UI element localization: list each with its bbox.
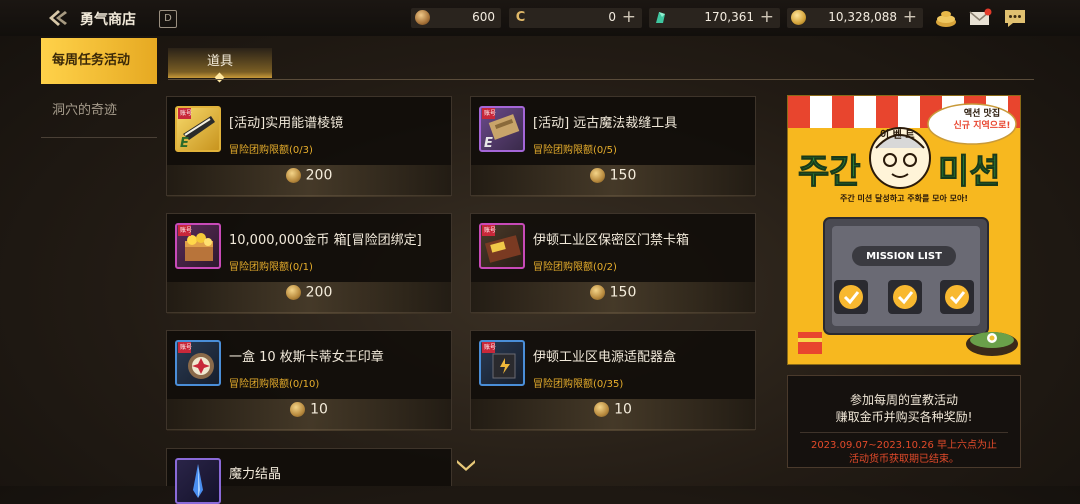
purchase-limit: 冒险团购限额(0/1) [229,262,313,273]
mana-crystal-item-icon [193,464,203,498]
bronze-coin-icon [589,168,605,183]
currency-value: 170,361 [704,10,754,24]
price-button[interactable]: 10 [167,399,451,431]
tab-underline [168,79,1034,80]
account-badge: 账号 [484,227,497,234]
purchase-limit: 冒险团购限额(0/2) [533,262,617,273]
item-thumbnail: 账号 E [175,106,221,152]
sidebar: 每周任务活动 洞穴的奇迹 [41,38,157,138]
event-date-range: 2023.09.07~2023.10.26 早上六点为止 [810,440,998,451]
price-value: 200 [305,284,333,301]
event-ended-warning: 活动货币获取期已结束。 [849,454,959,465]
mail-icon[interactable] [968,7,992,29]
scroll-down-arrow-icon[interactable] [455,457,477,475]
currency-value: 0 [608,10,616,24]
currency-value: 10,328,088 [828,10,897,24]
add-gold-button[interactable]: + [903,7,917,27]
item-thumbnail: 账号 [175,340,221,386]
banner-title-right: 미션 [938,152,1002,193]
bronze-coin-icon [290,402,306,417]
item-thumbnail: 账号 E [479,106,525,152]
item-name: 10,000,000金币 箱[冒险团绑定] [229,233,422,248]
item-name: 一盒 10 枚斯卡蒂女王印章 [229,350,384,365]
notice-line-2: 赚取金币并购买各种奖励! [835,410,973,424]
item-name: [活动]实用能谱棱镜 [229,116,344,131]
account-badge: 账号 [180,110,193,117]
event-label: 이 벤 트 [880,130,915,141]
account-badge: 账号 [180,227,193,234]
currency-gold: 10,328,088 + [787,7,923,28]
currency-cera: C 0 + [509,7,642,28]
currency-bronze-coin: 600 [411,8,501,28]
speech-bubble: 액션 맛집 신규 지역으로! [940,108,1020,132]
bronze-coin-icon [589,285,605,300]
cera-icon: C [515,10,526,25]
price-value: 10 [614,401,632,418]
bronze-coin-icon [415,10,430,25]
item-name: 伊顿工业区电源适配器盒 [533,350,677,365]
price-button[interactable]: 10 [471,399,755,431]
bronze-coin-icon [285,168,301,183]
chat-icon[interactable] [1003,7,1027,29]
notice-line-1: 参加每周的宣教活动 [849,393,958,407]
green-crystal-icon [656,12,665,23]
item-thumbnail: 账号 [479,340,525,386]
bubble-line-2: 신규 지역으로! [953,121,1011,131]
shop-item-card[interactable]: 账号 E [活动] 远古魔法裁缝工具 冒险团购限额(0/5) 150 [470,96,756,197]
currency-value: 600 [472,10,495,24]
grade-letter: E [484,136,493,151]
mission-list-label: MISSION LIST [866,251,942,262]
item-name: 魔力结晶 [229,467,282,482]
item-name: [活动] 远古魔法裁缝工具 [533,116,678,131]
top-bar: 勇气商店 D 600 C 0 + 170,361 + 10,328,088 + [0,0,1080,36]
purchase-limit: 冒险团购限额(0/35) [533,379,624,390]
purchase-limit: 冒险团购限额(0/3) [229,145,313,156]
price-button[interactable]: 200 [167,165,451,197]
price-value: 200 [305,167,333,184]
back-arrow-icon[interactable] [46,8,68,28]
add-cera-button[interactable]: + [622,7,636,27]
event-banner[interactable]: 주간 미션 이 벤 트 액션 맛집 신규 지역으로! 주간 미션 달성하고 주화… [787,95,1021,365]
price-value: 150 [609,284,637,301]
shop-item-card[interactable]: 账号 伊顿工业区电源适配器盒 冒险团购限额(0/35) 10 [470,330,756,431]
shop-item-card[interactable]: 账号 E [活动]实用能谱棱镜 冒险团购限额(0/3) 200 [166,96,452,197]
item-thumbnail: 账号 [175,223,221,269]
account-badge: 账号 [180,344,193,351]
banner-subtitle: 주간 미션 달성하고 주화를 모아 모아! [840,194,968,203]
calendar-icon[interactable]: D [159,10,177,28]
item-name: 伊顿工业区保密区门禁卡箱 [533,233,690,248]
price-button[interactable]: 200 [167,282,451,314]
coin-pouch-icon[interactable] [934,7,958,29]
event-notice: 参加每周的宣教活动 赚取金币并购买各种奖励! 2023.09.07~2023.1… [787,375,1021,468]
shop-item-card[interactable]: 账号 10,000,000金币 箱[冒险团绑定] 冒险团购限额(0/1) 200 [166,213,452,314]
page-title: 勇气商店 [80,12,136,28]
bronze-coin-icon [594,402,610,417]
add-crystal-button[interactable]: + [760,7,774,27]
account-badge: 账号 [484,344,497,351]
price-button[interactable]: 150 [471,282,755,314]
grade-letter: E [180,136,189,151]
item-thumbnail [175,458,221,504]
bronze-coin-icon [285,285,301,300]
price-button[interactable]: 150 [471,165,755,197]
notice-divider [800,432,1008,433]
bubble-line-1: 액션 맛집 [963,109,1001,119]
price-value: 10 [310,401,328,418]
purchase-limit: 冒险团购限额(0/10) [229,379,320,390]
sidebar-item-cave-wonders[interactable]: 洞穴的奇迹 [41,84,157,137]
price-value: 150 [609,167,637,184]
banner-title-left: 주간 [798,152,862,193]
sidebar-item-weekly-mission[interactable]: 每周任务活动 [41,38,157,84]
item-thumbnail: 账号 [479,223,525,269]
shop-item-card[interactable]: 账号 一盒 10 枚斯卡蒂女王印章 冒险团购限额(0/10) 10 [166,330,452,431]
shop-item-card[interactable]: 账号 伊顿工业区保密区门禁卡箱 冒险团购限额(0/2) 150 [470,213,756,314]
currency-crystal: 170,361 + [649,7,780,28]
sidebar-divider [41,137,157,138]
purchase-limit: 冒险团购限额(0/5) [533,145,617,156]
gold-coin-icon [791,10,806,25]
shop-item-card[interactable]: 魔力结晶 [166,448,452,504]
account-badge: 账号 [484,110,497,117]
